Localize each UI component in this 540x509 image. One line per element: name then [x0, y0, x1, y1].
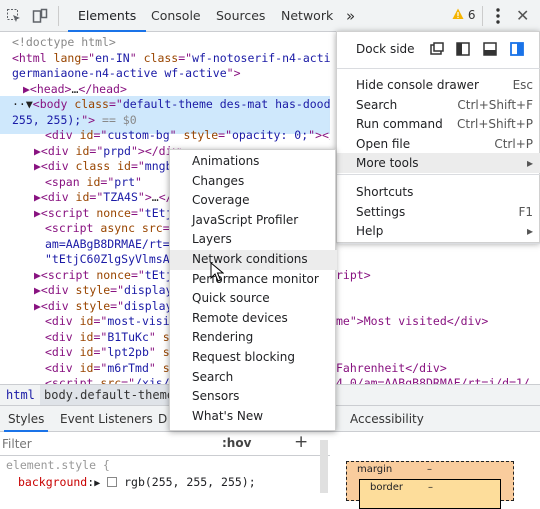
- more-tools-submenu: Animations Changes Coverage JavaScript Prof…: [169, 149, 337, 431]
- tab-dom-breakpoints[interactable]: D: [158, 406, 167, 432]
- menu-item-label: Help: [356, 224, 384, 238]
- box-model-border-value[interactable]: –: [428, 482, 433, 493]
- more-tools-item-changes[interactable]: Changes: [170, 172, 337, 192]
- styles-filter-input[interactable]: [2, 434, 202, 453]
- tab-accessibility[interactable]: Accessibility: [350, 406, 424, 432]
- menu-item-shortcut: Ctrl+Shift+F: [457, 98, 533, 112]
- customize-control-menu: Dock side Hide console drawer Esc Search Ct…: [336, 31, 540, 244]
- more-tools-item-label: Animations: [192, 154, 260, 168]
- warnings-counter[interactable]: 6: [452, 8, 475, 22]
- box-model-border: border –: [359, 479, 501, 509]
- tab-styles[interactable]: Styles: [4, 406, 49, 432]
- more-tools-item-label: Layers: [192, 232, 232, 247]
- more-tools-item-coverage[interactable]: Coverage: [170, 191, 337, 211]
- styles-scrollbar[interactable]: [320, 440, 328, 493]
- tab-console[interactable]: Console: [151, 0, 201, 32]
- menu-item-label: Hide console drawer: [356, 78, 479, 92]
- menu-item-shortcut: F1: [518, 205, 533, 219]
- close-devtools-icon[interactable]: ✕: [516, 6, 529, 25]
- more-tools-item-label: Search: [192, 369, 234, 384]
- more-tools-item-label: Quick source: [192, 291, 270, 306]
- more-tools-item-what-s-new[interactable]: What's New: [170, 407, 337, 427]
- more-tools-item-label: Remote devices: [192, 310, 288, 325]
- breadcrumb-html[interactable]: html: [6, 388, 35, 402]
- styles-filter-bar: :hov +: [0, 432, 330, 456]
- warning-icon: [452, 8, 464, 19]
- more-tools-item-label: Request blocking: [192, 350, 295, 364]
- style-declaration[interactable]: background:▶ rgb(255, 255, 255);: [18, 475, 256, 489]
- more-tools-item-layers[interactable]: Layers: [170, 230, 337, 250]
- more-tools-item-performance-monitor[interactable]: Performance monitor: [170, 270, 337, 290]
- more-tools-item-label: Coverage: [192, 193, 250, 208]
- more-tools-item-animations[interactable]: Animations: [170, 152, 337, 172]
- menu-item-label: Shortcuts: [356, 185, 414, 199]
- menu-item-label: Search: [356, 98, 398, 112]
- menu-item-shortcut: Ctrl+P: [494, 137, 533, 151]
- dom-node-line-tail: me">Most visited</div>: [336, 314, 489, 328]
- more-tools-item-rendering[interactable]: Rendering: [170, 328, 337, 348]
- tab-elements[interactable]: Elements: [68, 0, 147, 32]
- dock-right-icon[interactable]: [510, 42, 524, 56]
- more-tools-item-quick-source[interactable]: Quick source: [170, 289, 337, 309]
- dock-left-icon[interactable]: [456, 42, 470, 56]
- mouse-cursor-icon: [210, 262, 224, 282]
- more-tools-item-request-blocking[interactable]: Request blocking: [170, 348, 337, 368]
- device-toolbar-icon[interactable]: [32, 8, 48, 24]
- box-model-margin-value[interactable]: –: [427, 464, 432, 475]
- dock-side-label: Dock side: [356, 42, 415, 56]
- menu-item-shortcuts[interactable]: Shortcuts: [337, 182, 540, 202]
- customize-menu-icon[interactable]: [492, 7, 504, 25]
- box-model-diagram: margin – border –: [346, 461, 514, 509]
- dock-bottom-icon[interactable]: [483, 42, 497, 56]
- menu-item-more-tools[interactable]: More tools ▸: [337, 153, 540, 173]
- submenu-arrow-icon: ▸: [526, 224, 533, 238]
- menu-item-label: Open file: [356, 137, 411, 151]
- submenu-arrow-icon: ▸: [526, 156, 533, 170]
- hover-state-toggle[interactable]: :hov: [222, 436, 251, 450]
- dom-node-line-tail: ript>: [336, 267, 371, 282]
- inspect-element-icon[interactable]: [6, 8, 22, 24]
- menu-item-search[interactable]: Search Ctrl+Shift+F: [337, 95, 540, 115]
- box-model-border-label: border: [370, 482, 404, 493]
- warnings-count: 6: [467, 8, 476, 22]
- styles-pane: element.style { background:▶ rgb(255, 25…: [0, 456, 330, 493]
- more-tools-item-label: Rendering: [192, 330, 254, 345]
- more-tabs-button[interactable]: »: [346, 0, 355, 32]
- color-swatch[interactable]: [107, 477, 118, 487]
- more-tools-item-search[interactable]: Search: [170, 368, 337, 388]
- menu-item-help[interactable]: Help ▸: [337, 221, 540, 241]
- more-tools-item-remote-devices[interactable]: Remote devices: [170, 309, 337, 329]
- more-tools-item-label: Changes: [192, 173, 245, 188]
- new-style-rule-button[interactable]: +: [294, 432, 308, 452]
- menu-item-settings[interactable]: Settings F1: [337, 202, 540, 222]
- tab-event-listeners[interactable]: Event Listeners: [60, 406, 153, 432]
- menu-item-open-file[interactable]: Open file Ctrl+P: [337, 134, 540, 154]
- dock-side-row: Dock side: [337, 39, 540, 59]
- more-tools-item-network-conditions[interactable]: Network conditions: [170, 250, 337, 270]
- undock-icon[interactable]: [430, 42, 444, 56]
- more-tools-item-label: What's New: [192, 408, 264, 423]
- menu-item-run-command[interactable]: Run command Ctrl+Shift+P: [337, 114, 540, 134]
- menu-item-label: More tools: [356, 156, 419, 170]
- box-model-margin-label: margin: [357, 464, 393, 475]
- menu-item-hide-console-drawer[interactable]: Hide console drawer Esc: [337, 75, 540, 95]
- menu-item-shortcut: Ctrl+Shift+P: [457, 117, 533, 131]
- more-tools-item-label: JavaScript Profiler: [192, 212, 299, 227]
- menu-item-shortcut: Esc: [512, 78, 533, 92]
- menu-item-label: Run command: [356, 117, 443, 131]
- tab-sources[interactable]: Sources: [216, 0, 265, 32]
- devtools-toolbar: Elements Console Sources Network » 6 ✕: [0, 0, 540, 32]
- tab-network[interactable]: Network: [281, 0, 333, 32]
- more-tools-item-label: Sensors: [192, 389, 240, 404]
- menu-item-label: Settings: [356, 205, 406, 219]
- style-selector: element.style {: [6, 458, 110, 472]
- more-tools-item-javascript-profiler[interactable]: JavaScript Profiler: [170, 211, 337, 231]
- more-tools-item-sensors[interactable]: Sensors: [170, 387, 337, 407]
